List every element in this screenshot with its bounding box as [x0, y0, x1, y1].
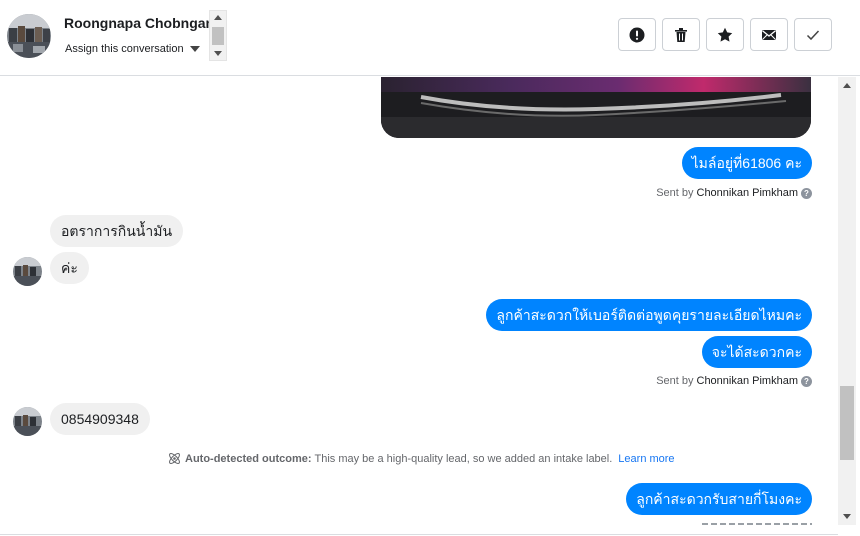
sent-by-label: Sent by Chonnikan Pimkham ? — [656, 187, 812, 199]
scroll-up-arrow-icon[interactable] — [214, 15, 222, 20]
sent-by-prefix: Sent by — [656, 375, 694, 387]
sent-by-label-cut — [702, 521, 812, 525]
auto-detected-outcome-notice: Auto-detected outcome: This may be a hig… — [167, 451, 675, 466]
incoming-message[interactable]: ค่ะ — [50, 252, 89, 284]
message-thread[interactable]: ไมล์อยู่ที่61806 คะ Sent by Chonnikan Pi… — [0, 77, 838, 536]
incoming-message[interactable]: 0854909348 — [50, 403, 150, 435]
help-icon[interactable]: ? — [801, 375, 812, 387]
scroll-thumb[interactable] — [840, 386, 854, 460]
scroll-down-arrow-icon[interactable] — [214, 51, 222, 56]
sent-by-prefix: Sent by — [656, 187, 694, 199]
scroll-up-arrow-icon[interactable] — [843, 83, 851, 88]
thread-scrollbar[interactable] — [838, 77, 856, 525]
outgoing-message[interactable]: ลูกค้าสะดวกรับสายกี่โมงคะ — [626, 483, 812, 515]
checkmark-icon — [806, 29, 820, 40]
star-button[interactable] — [706, 18, 744, 51]
image-attachment[interactable] — [381, 77, 811, 138]
outgoing-message[interactable]: จะได้สะดวกคะ — [701, 336, 812, 368]
atom-icon — [169, 453, 180, 464]
star-icon — [717, 27, 733, 42]
outgoing-message[interactable]: ไมล์อยู่ที่61806 คะ — [681, 147, 812, 179]
conversation-actions — [618, 18, 832, 51]
outgoing-message[interactable]: ลูกค้าสะดวกให้เบอร์ติดต่อพูดคุยรายละเอีย… — [486, 299, 812, 331]
envelope-icon — [762, 29, 776, 40]
delete-button[interactable] — [662, 18, 700, 51]
caret-down-icon — [189, 46, 200, 52]
sender-avatar — [13, 257, 42, 286]
scroll-thumb[interactable] — [212, 27, 224, 45]
scroll-down-arrow-icon[interactable] — [843, 514, 851, 519]
sender-avatar — [13, 407, 42, 436]
learn-more-link[interactable]: Learn more — [618, 453, 674, 465]
sent-by-label: Sent by Chonnikan Pimkham ? — [656, 375, 812, 387]
mark-done-button[interactable] — [794, 18, 832, 51]
incoming-message[interactable]: อตราการกินน้ำมัน — [50, 215, 184, 247]
assign-conversation-dropdown[interactable]: Assign this conversation — [65, 43, 200, 55]
contact-name[interactable]: Roongnapa Chobngam — [64, 15, 218, 31]
assign-label: Assign this conversation — [65, 43, 184, 55]
divider — [0, 534, 838, 535]
sent-by-agent: Chonnikan Pimkham — [696, 187, 799, 199]
header-scrollbar[interactable] — [209, 10, 227, 61]
trash-icon — [675, 27, 687, 42]
outcome-text: This may be a high-quality lead, so we a… — [314, 452, 613, 465]
conversation-header: Roongnapa Chobngam Assign this conversat… — [0, 0, 860, 76]
help-icon[interactable]: ? — [801, 187, 812, 199]
sent-by-agent: Chonnikan Pimkham — [696, 375, 799, 387]
contact-avatar[interactable] — [7, 14, 51, 58]
mark-spam-button[interactable] — [618, 18, 656, 51]
exclamation-circle-icon — [629, 27, 645, 42]
outcome-title: Auto-detected outcome: — [185, 452, 312, 465]
mark-unread-button[interactable] — [750, 18, 788, 51]
